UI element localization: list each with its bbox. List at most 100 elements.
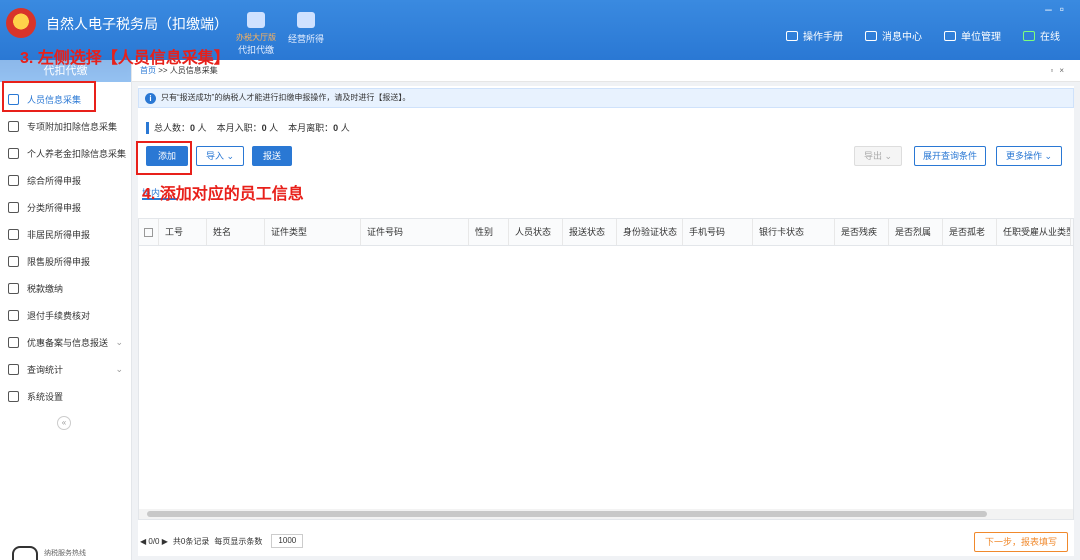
select-all-checkbox-cell[interactable] — [139, 219, 159, 245]
sidebar-collapse-button[interactable]: « — [57, 416, 71, 430]
company-icon — [944, 30, 956, 41]
sidebar-item-label: 综合所得申报 — [27, 176, 82, 186]
manual-icon — [786, 30, 798, 41]
col-name[interactable]: 姓名 — [207, 219, 265, 245]
info-icon: i — [145, 93, 156, 104]
breadcrumb: 首页 >> 人员信息采集 ▫× — [132, 60, 1080, 82]
list-icon — [8, 121, 19, 132]
gear-icon — [8, 391, 19, 402]
sidebar-item-query-statistics[interactable]: 查询统计 ⌄ — [0, 356, 131, 383]
sidebar-item-label: 系统设置 — [27, 392, 64, 402]
scrollbar-thumb[interactable] — [147, 511, 987, 517]
submit-button[interactable]: 报送 — [252, 146, 292, 166]
page-size-input[interactable]: 1000 — [271, 534, 304, 548]
export-button[interactable]: 导出 ⌄ — [854, 146, 902, 166]
online-status[interactable]: 在线 — [1023, 28, 1060, 43]
col-employee-id[interactable]: 工号 — [159, 219, 207, 245]
stat-join-value: 0 — [261, 123, 267, 133]
chevron-down-icon: ⌄ — [884, 151, 893, 161]
col-id-type[interactable]: 证件类型 — [265, 219, 361, 245]
chevron-down-icon: ⌄ — [226, 151, 235, 161]
sidebar: 代扣代缴 人员信息采集 专项附加扣除信息采集 个人养老金扣除信息采集 综合所得申… — [0, 60, 132, 560]
document-icon — [8, 310, 19, 321]
next-step-button[interactable]: 下一步，报表填写 — [974, 532, 1068, 552]
mail-icon — [865, 30, 877, 41]
hotline-label: 纳税服务热线 — [44, 550, 86, 557]
layers-icon — [8, 175, 19, 186]
annotation-step3: 3. 左侧选择【人员信息采集】 — [20, 50, 230, 67]
search-list-icon — [8, 364, 19, 375]
sidebar-item-preferential-filing[interactable]: 优惠备案与信息报送 ⌄ — [0, 329, 131, 356]
unit-management-link[interactable]: 单位管理 — [944, 28, 1001, 43]
col-phone[interactable]: 手机号码 — [683, 219, 753, 245]
annotation-step4: 4. 添加对应的员工信息 — [142, 186, 304, 203]
col-submit-status[interactable]: 报送状态 — [563, 219, 617, 245]
notice-bar: i 只有“报送成功”的纳税人才能进行扣缴申报操作，请及时进行【报送】。 — [138, 88, 1074, 108]
sidebar-item-label: 优惠备案与信息报送 — [27, 338, 109, 348]
sidebar-item-special-deduction[interactable]: 专项附加扣除信息采集 — [0, 113, 131, 140]
top-right-menu: 操作手册 消息中心 单位管理 在线 — [786, 28, 1060, 43]
phone-icon — [12, 546, 38, 560]
personnel-stats: 总人数：0 人 本月入职：0 人 本月离职：0 人 — [146, 122, 350, 134]
stat-unit: 人 — [269, 123, 279, 133]
tax-emblem-logo — [6, 8, 36, 38]
app-title: 自然人电子税务局（扣缴端） — [46, 16, 228, 32]
stat-unit: 人 — [197, 123, 207, 133]
col-lonely-elderly[interactable]: 是否孤老 — [943, 219, 997, 245]
stat-unit: 人 — [340, 123, 350, 133]
more-actions-button[interactable]: 更多操作 ⌄ — [996, 146, 1062, 166]
pager-records: 共0条记录 — [172, 536, 210, 546]
col-id-number[interactable]: 证件号码 — [361, 219, 469, 245]
clipboard-icon — [8, 337, 19, 348]
pie-chart-icon — [8, 202, 19, 213]
online-label: 在线 — [1040, 32, 1060, 43]
folder-icon — [8, 283, 19, 294]
sidebar-item-classified-income[interactable]: 分类所得申报 — [0, 194, 131, 221]
expand-query-button[interactable]: 展开查询条件 — [914, 146, 986, 166]
select-all-checkbox[interactable] — [144, 228, 153, 238]
horizontal-scrollbar[interactable] — [139, 509, 1073, 519]
panel-controls[interactable]: ▫× — [1050, 60, 1070, 82]
sidebar-item-label: 限售股所得申报 — [27, 257, 91, 267]
sidebar-item-label: 查询统计 — [27, 365, 64, 375]
sidebar-item-pension-deduction[interactable]: 个人养老金扣除信息采集 — [0, 140, 131, 167]
message-center-link[interactable]: 消息中心 — [865, 28, 922, 43]
notice-text: 只有“报送成功”的纳税人才能进行扣缴申报操作，请及时进行【报送】。 — [161, 93, 411, 102]
personnel-table: 工号 姓名 证件类型 证件号码 性别 人员状态 报送状态 身份验证状态 手机号码… — [138, 218, 1074, 520]
col-bank-card-status[interactable]: 银行卡状态 — [753, 219, 835, 245]
export-label: 导出 — [863, 151, 882, 161]
user-icon — [8, 229, 19, 240]
col-employment-type[interactable]: 任职受雇从业类型 — [997, 219, 1071, 245]
col-gender[interactable]: 性别 — [469, 219, 509, 245]
id-card-icon — [8, 148, 19, 159]
tab-business-income[interactable]: 经营所得 — [276, 12, 336, 45]
wallet-icon — [247, 12, 265, 28]
main-content: i 只有“报送成功”的纳税人才能进行扣缴申报操作，请及时进行【报送】。 总人数：… — [138, 86, 1074, 556]
col-identity-verification[interactable]: 身份验证状态 — [617, 219, 683, 245]
chevron-down-icon: ⌄ — [1044, 151, 1053, 161]
sidebar-item-restricted-shares[interactable]: 限售股所得申报 — [0, 248, 131, 275]
pager-nav[interactable]: ◀ 0/0 ▶ — [140, 537, 168, 546]
stat-join-label: 本月入职： — [216, 123, 262, 133]
sidebar-item-comprehensive-income[interactable]: 综合所得申报 — [0, 167, 131, 194]
annotation-box-add — [136, 141, 192, 175]
import-button[interactable]: 导入 ⌄ — [196, 146, 244, 166]
pager-size-label: 每页显示条数 — [214, 536, 263, 546]
manual-label: 操作手册 — [803, 32, 843, 43]
coins-icon — [297, 12, 315, 28]
window-controls[interactable]: –▫ — [1045, 2, 1072, 16]
sidebar-item-system-settings[interactable]: 系统设置 — [0, 383, 131, 410]
sidebar-item-nonresident-income[interactable]: 非居民所得申报 — [0, 221, 131, 248]
sidebar-item-refund-fee[interactable]: 退付手续费核对 — [0, 302, 131, 329]
stat-leave-value: 0 — [333, 123, 339, 133]
sidebar-item-label: 分类所得申报 — [27, 203, 82, 213]
sidebar-item-tax-payment[interactable]: 税款缴纳 — [0, 275, 131, 302]
manual-link[interactable]: 操作手册 — [786, 28, 843, 43]
col-person-status[interactable]: 人员状态 — [509, 219, 563, 245]
col-martyr-family[interactable]: 是否烈属 — [889, 219, 943, 245]
pagination: ◀ 0/0 ▶ 共0条记录 每页显示条数 1000 — [140, 534, 304, 548]
table-header: 工号 姓名 证件类型 证件号码 性别 人员状态 报送状态 身份验证状态 手机号码… — [139, 219, 1073, 246]
unit-management-label: 单位管理 — [961, 32, 1001, 43]
col-disabled[interactable]: 是否残疾 — [835, 219, 889, 245]
more-actions-label: 更多操作 — [1005, 151, 1042, 161]
